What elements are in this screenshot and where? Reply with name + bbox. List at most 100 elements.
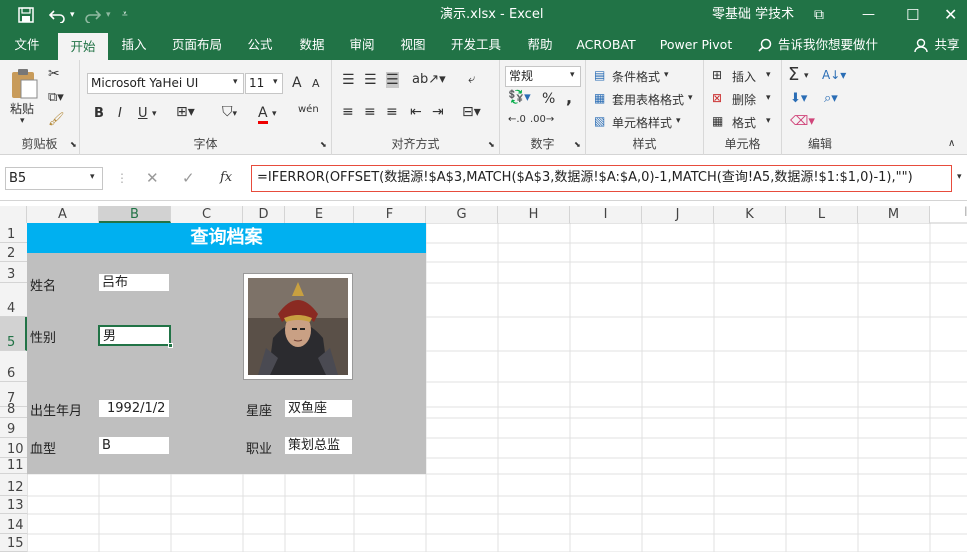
column-header-h[interactable]: H [498,206,570,223]
label-birth[interactable]: 出生年月 [30,400,82,419]
paste-button[interactable]: 粘贴 [10,100,34,117]
delete-dropdown[interactable]: ▾ [766,93,771,103]
increase-decimal-icon[interactable]: ←.0 [508,114,526,125]
row-header-8[interactable]: 8 [0,403,27,418]
font-family-select[interactable]: Microsoft YaHei UI [87,73,244,94]
column-header-c[interactable]: C [171,206,243,223]
decrease-decimal-icon[interactable]: .00→ [530,114,554,125]
tab-home[interactable]: 开始 [58,33,108,60]
align-top-icon[interactable]: ☰ [342,72,355,88]
autosum-button[interactable]: Σ [788,64,799,85]
font-color-dropdown[interactable]: ▾ [272,109,277,119]
comma-button[interactable]: , [566,88,572,107]
accounting-icon[interactable]: 💱▾ [508,90,531,105]
column-header-k[interactable]: K [714,206,786,223]
tab-help[interactable]: 帮助 [520,30,560,60]
fill-color-icon[interactable]: ⛉▾ [222,104,237,120]
select-all-corner[interactable] [0,206,27,223]
value-gender[interactable]: 男 [98,325,171,346]
tab-file[interactable]: 文件 [8,30,46,60]
cell-styles-button[interactable]: 单元格样式 [612,114,672,131]
dialog-launcher-icon[interactable]: ⬊ [320,140,327,149]
row-header-10[interactable]: 10 [0,438,27,458]
cell-style-dropdown[interactable]: ▾ [676,116,681,126]
grow-font-button[interactable]: A [292,75,302,91]
table-dropdown[interactable]: ▾ [688,93,693,103]
format-cells-button[interactable]: 格式 [732,114,756,131]
title-banner[interactable]: 查询档案 [27,223,426,253]
tab-power-pivot[interactable]: Power Pivot [656,30,736,60]
format-painter-icon[interactable]: 🖌 [48,112,65,127]
align-left-icon[interactable]: ≡ [342,104,354,120]
column-header-d[interactable]: D [243,206,285,223]
redo-dropdown[interactable]: ▾ [106,0,111,30]
ribbon-display-icon[interactable]: ⧉ [814,0,824,30]
align-center-icon[interactable]: ≡ [364,104,376,120]
row-header-15[interactable]: 15 [0,534,27,552]
orientation-icon[interactable]: ab↗▾ [412,72,446,87]
close-icon[interactable]: ✕ [944,0,957,30]
sort-filter-icon[interactable]: A↓▾ [822,68,846,82]
clear-icon[interactable]: ⌫▾ [790,114,815,129]
conditional-format-button[interactable]: 条件格式 [612,68,660,85]
tab-insert[interactable]: 插入 [114,30,154,60]
delete-cells-button[interactable]: 删除 [732,91,756,108]
dialog-launcher-icon[interactable]: ⬊ [488,140,495,149]
column-header-b[interactable]: B [99,206,171,223]
avatar-photo[interactable] [243,273,353,380]
underline-dropdown[interactable]: ▾ [152,109,157,119]
formula-input[interactable]: =IFERROR(OFFSET(数据源!$A$3,MATCH($A$3,数据源!… [251,165,952,192]
label-job[interactable]: 职业 [246,438,272,457]
font-size-dropdown[interactable]: ▾ [273,77,278,87]
shrink-font-button[interactable]: A [312,77,320,90]
cond-dropdown[interactable]: ▾ [664,70,669,80]
align-middle-icon[interactable]: ☰ [364,72,377,88]
cut-icon[interactable]: ✂ [48,66,60,82]
value-job[interactable]: 策划总监 [285,437,352,454]
value-name[interactable]: 吕布 [99,274,169,291]
redo-icon[interactable] [84,7,102,23]
bold-button[interactable]: B [94,106,104,121]
column-header-e[interactable]: E [285,206,354,223]
align-bottom-icon[interactable]: ☰ [386,72,399,88]
dialog-launcher-icon[interactable]: ⬊ [70,140,77,149]
maximize-icon[interactable]: ☐ [906,0,919,30]
row-header-5[interactable]: 5 [0,317,27,351]
formula-bar-handle-icon[interactable]: ⋮ [116,171,128,185]
undo-icon[interactable] [48,7,66,23]
hscroll-arrow-icon[interactable]: ▕ [960,207,966,216]
italic-button[interactable]: I [118,106,122,121]
column-header-m[interactable]: M [858,206,930,223]
wrap-text-icon[interactable]: ⤶ [468,72,475,87]
find-select-icon[interactable]: ⌕▾ [824,91,838,106]
label-blood[interactable]: 血型 [30,438,56,457]
paste-icon[interactable] [9,68,39,100]
insert-cells-button[interactable]: 插入 [732,68,756,85]
tab-data[interactable]: 数据 [292,30,332,60]
row-header-6[interactable]: 6 [0,351,27,382]
tab-review[interactable]: 审阅 [342,30,382,60]
align-right-icon[interactable]: ≡ [386,104,398,120]
column-header-l[interactable]: L [786,206,858,223]
account-name[interactable]: 零基础 学技术 [712,0,794,30]
copy-icon[interactable]: ⧉▾ [48,90,64,105]
column-header-j[interactable]: J [642,206,714,223]
name-box-dropdown[interactable]: ▾ [90,172,95,182]
save-icon[interactable] [18,7,34,23]
tab-formulas[interactable]: 公式 [240,30,280,60]
tab-acrobat[interactable]: ACROBAT [572,30,640,60]
increase-indent-icon[interactable]: ⇥ [432,104,444,120]
enter-icon[interactable]: ✓ [182,169,195,187]
decrease-indent-icon[interactable]: ⇤ [410,104,422,120]
tab-developer[interactable]: 开发工具 [444,30,508,60]
row-header-1[interactable]: 1 [0,223,27,243]
format-as-table-button[interactable]: 套用表格格式 [612,91,684,108]
label-star[interactable]: 星座 [246,400,272,419]
value-birth[interactable]: 1992/1/2 [99,400,169,417]
row-header-14[interactable]: 14 [0,514,27,534]
undo-dropdown[interactable]: ▾ [70,0,75,30]
borders-icon[interactable]: ⊞▾ [176,104,195,120]
cancel-icon[interactable]: ✕ [146,169,159,187]
collapse-ribbon-icon[interactable]: ∧ [948,138,955,149]
value-star[interactable]: 双鱼座 [285,400,352,417]
